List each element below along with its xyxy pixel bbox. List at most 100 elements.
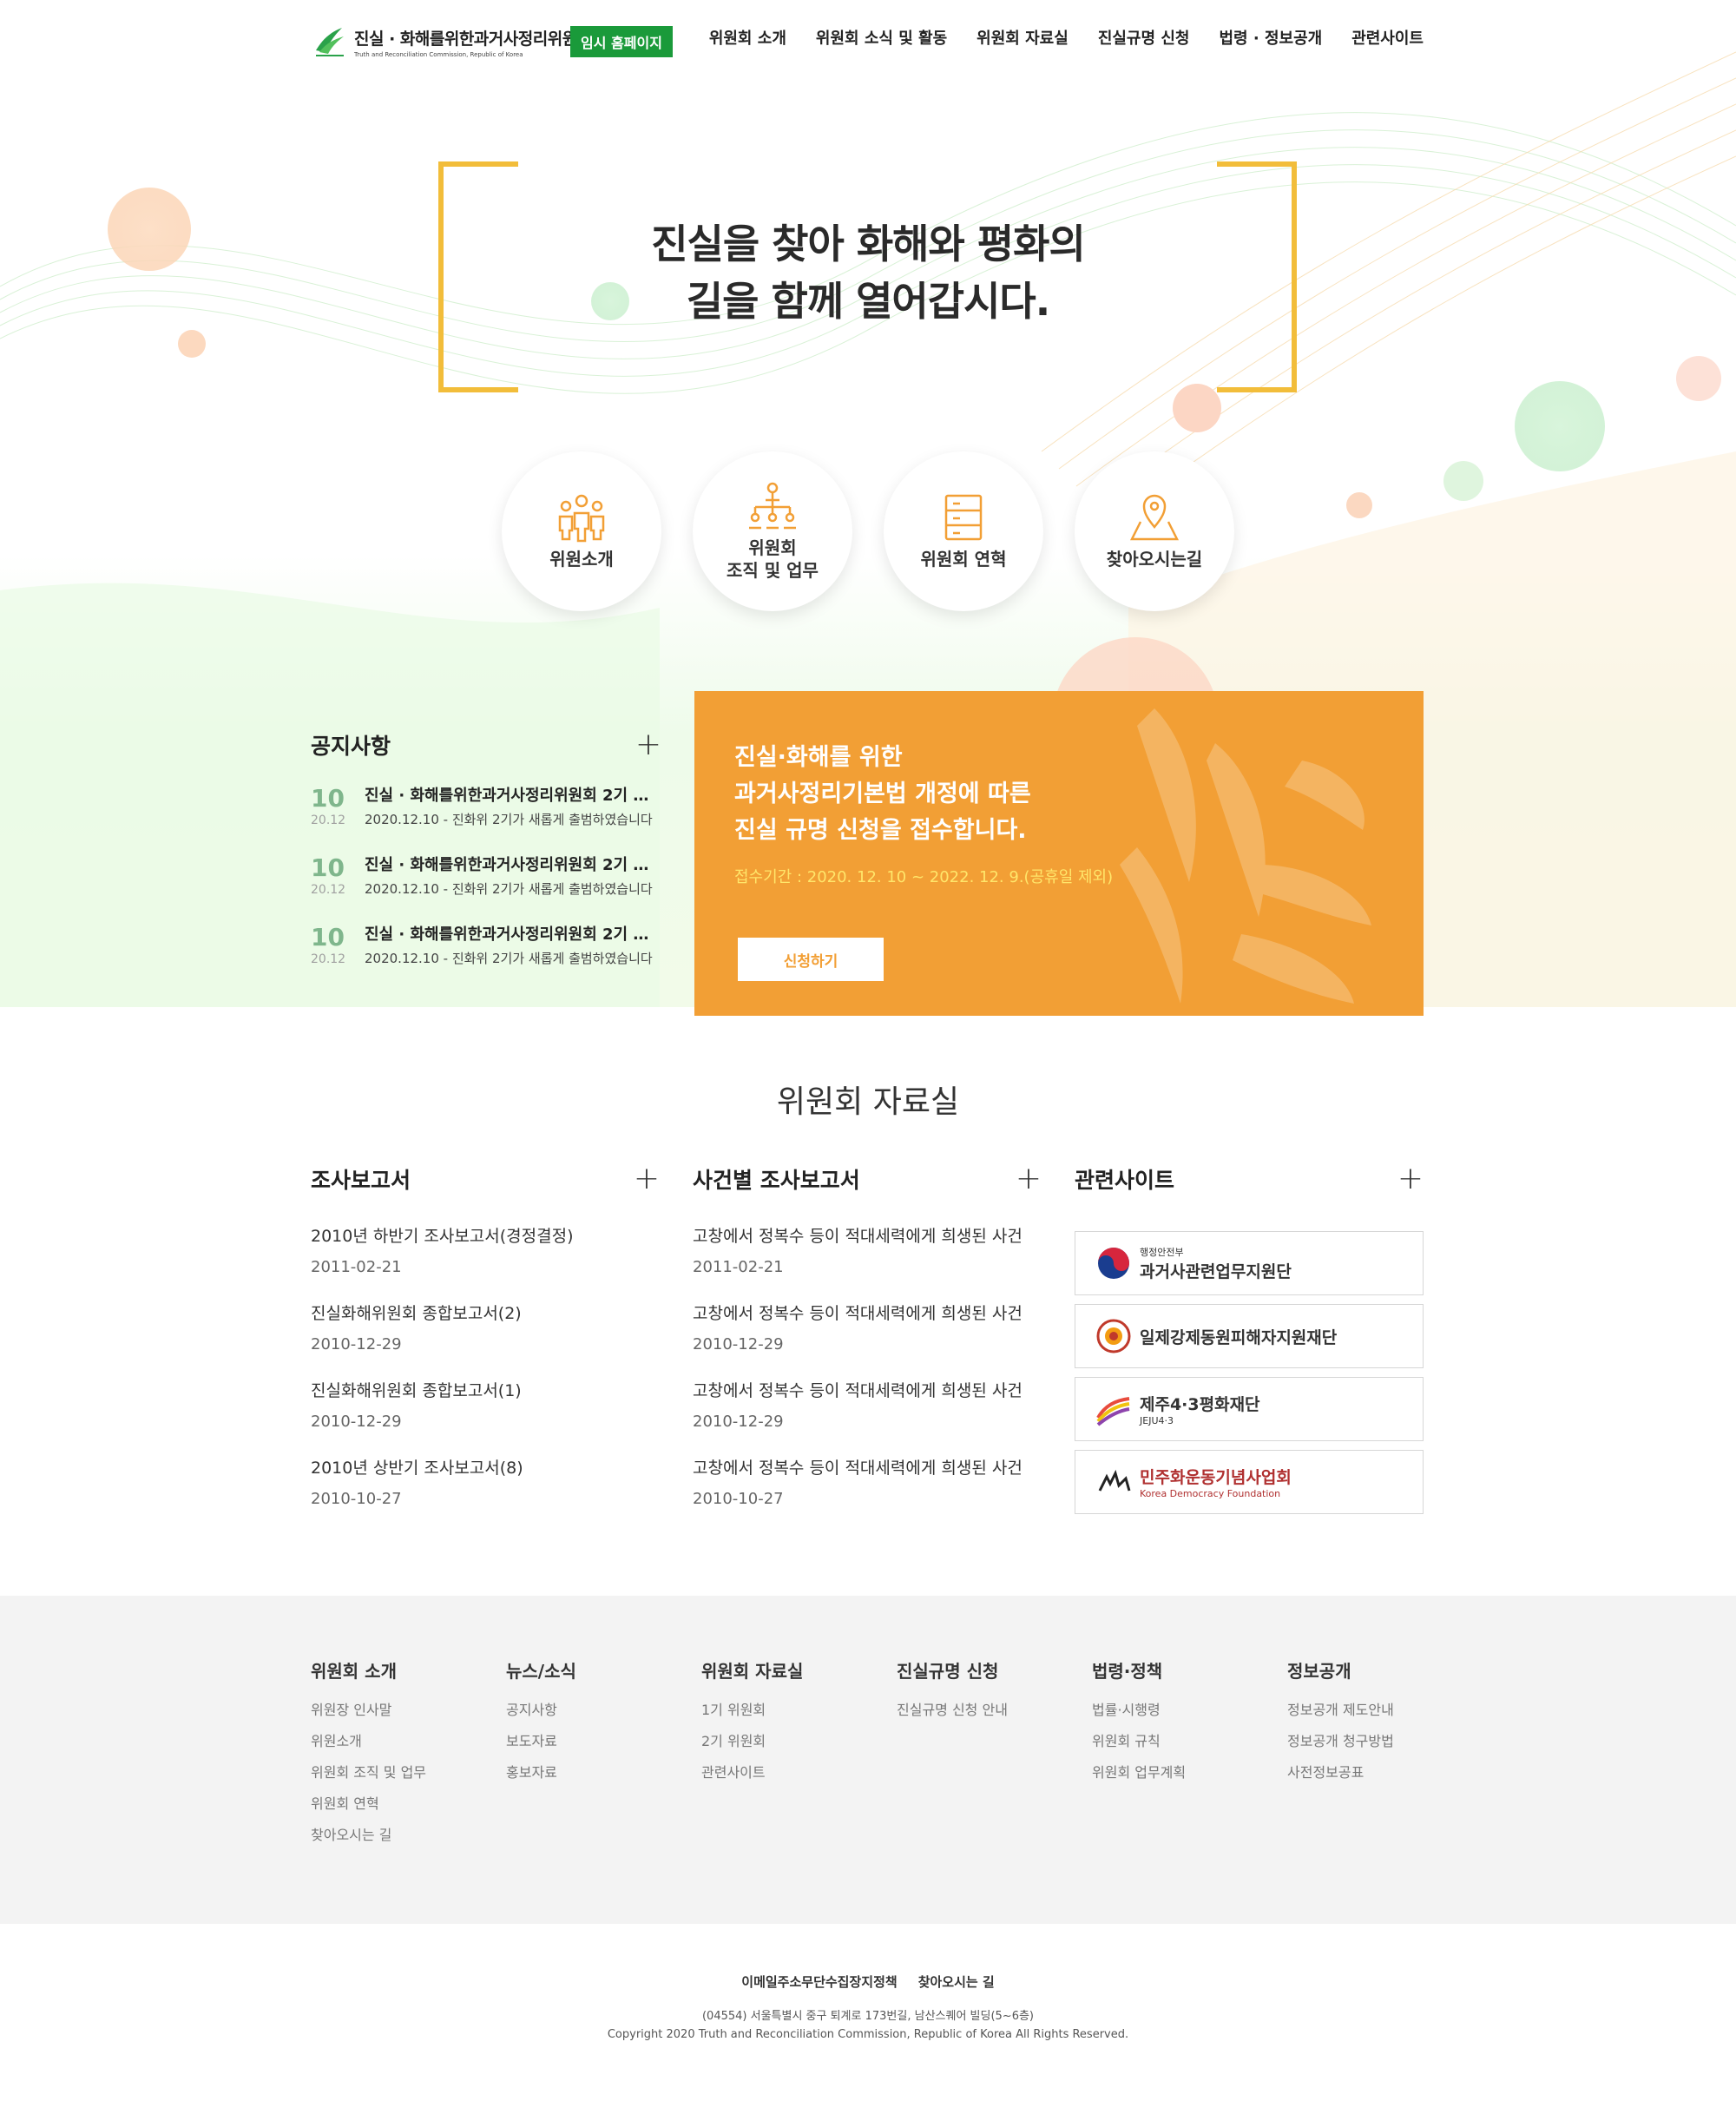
- notice-item[interactable]: 10 20.12 진실 · 화해를위한과거사정리위원회 2기 출범 안내 202…: [311, 924, 661, 993]
- footer-link[interactable]: 위원회 규칙: [1092, 1726, 1287, 1757]
- list-item[interactable]: 2010년 하반기 조사보고서(경정결정) 2011-02-21: [311, 1221, 660, 1298]
- footer-col-title[interactable]: 정보공개: [1287, 1658, 1483, 1695]
- taegeuk-logo-icon: [1098, 1248, 1129, 1279]
- notice-section: 공지사항 + 10 20.12 진실 · 화해를위한과거사정리위원회 2기 출범…: [311, 726, 661, 993]
- footer-link[interactable]: 보도자료: [506, 1726, 701, 1757]
- case-report-date: 2010-12-29: [693, 1413, 784, 1431]
- case-report-date: 2011-02-21: [693, 1258, 784, 1276]
- apply-banner: 진실·화해를 위한 과거사정리기본법 개정에 따른 진실 규명 신청을 접수합니…: [694, 691, 1424, 1016]
- notice-body: 진실 · 화해를위한과거사정리위원회 2기 출범 안내 2020.12.10 -…: [365, 854, 661, 924]
- notice-title: 공지사항: [311, 734, 391, 759]
- footer-link[interactable]: 공지사항: [506, 1695, 701, 1726]
- list-item[interactable]: 진실화해위원회 종합보고서(1) 2010-12-29: [311, 1375, 660, 1452]
- main-navigation: 위원회 소개 위원회 소식 및 활동 위원회 자료실 진실규명 신청 법령 · …: [709, 26, 1424, 49]
- footer-address: (04554) 서울특별시 중구 퇴계로 173번길, 남산스퀘어 빌딩(5~6…: [701, 2010, 1035, 2023]
- footer-col-title[interactable]: 뉴스/소식: [506, 1658, 701, 1695]
- banner-title: 진실·화해를 위한 과거사정리기본법 개정에 따른 진실 규명 신청을 접수합니…: [734, 740, 1031, 849]
- related-site-link[interactable]: 일제강제동원피해자지원재단: [1075, 1304, 1424, 1368]
- related-site-name: 제주4·3평화재단: [1140, 1395, 1260, 1414]
- footer-link[interactable]: 2기 위원회: [701, 1726, 897, 1757]
- nav-law[interactable]: 법령 · 정보공개: [1219, 26, 1322, 49]
- quick-link-label: 찾아오시는길: [1106, 549, 1203, 570]
- quick-link-label: 위원회 연혁: [920, 549, 1007, 570]
- directions-link[interactable]: 찾아오시는 길: [918, 1973, 995, 1991]
- related-site-link[interactable]: 민주화운동기념사업회 Korea Democracy Foundation: [1075, 1450, 1424, 1514]
- related-sites-more-plus-icon[interactable]: +: [1397, 1163, 1424, 1195]
- footer-link[interactable]: 진실규명 신청 안내: [897, 1695, 1092, 1726]
- nav-about[interactable]: 위원회 소개: [709, 26, 786, 49]
- footer-link[interactable]: 위원회 연혁: [311, 1788, 506, 1820]
- hero-slogan-line1: 진실을 찾아 화해와 평화의: [651, 221, 1086, 267]
- reports-title: 조사보고서: [311, 1168, 411, 1193]
- footer-col-title[interactable]: 법령·정책: [1092, 1658, 1287, 1695]
- org-chart-icon: [749, 482, 796, 530]
- footer-link[interactable]: 정보공개 제도안내: [1287, 1695, 1483, 1726]
- report-date: 2010-12-29: [311, 1413, 402, 1431]
- apply-button[interactable]: 신청하기: [738, 938, 884, 981]
- report-title: 2010년 하반기 조사보고서(경정결정): [311, 1227, 574, 1246]
- footer-sitemap-columns: 위원회 소개 위원장 인사말 위원소개 위원회 조직 및 업무 위원회 연혁 찾…: [311, 1658, 1483, 1851]
- footer-link[interactable]: 홍보자료: [506, 1757, 701, 1788]
- reports-more-plus-icon[interactable]: +: [634, 1163, 660, 1195]
- related-site-sub: JEJU4·3: [1140, 1415, 1174, 1426]
- list-item[interactable]: 고창에서 정복수 등이 적대세력에게 희생된 사건 2010-12-29: [693, 1375, 1042, 1452]
- footer-link[interactable]: 정보공개 청구방법: [1287, 1726, 1483, 1757]
- notice-list: 10 20.12 진실 · 화해를위한과거사정리위원회 2기 출범 안내 202…: [311, 785, 661, 993]
- list-item[interactable]: 진실화해위원회 종합보고서(2) 2010-12-29: [311, 1298, 660, 1375]
- footer-copyright: Copyright 2020 Truth and Reconciliation …: [607, 2028, 1129, 2041]
- related-sites-column: 관련사이트 + 행정안전부 과거사관련업무지원단 일제강제동원피해자지원재단 제…: [1075, 1160, 1424, 1523]
- quick-link-label: 위원소개: [549, 549, 614, 570]
- notice-item-desc: 2020.12.10 - 진화위 2기가 새롭게 출범하였습니다: [365, 812, 653, 827]
- notice-item[interactable]: 10 20.12 진실 · 화해를위한과거사정리위원회 2기 출범 안내 202…: [311, 854, 661, 924]
- notice-more-plus-icon[interactable]: +: [635, 729, 661, 761]
- quick-link-history[interactable]: 위원회 연혁: [884, 451, 1043, 611]
- nav-related-sites[interactable]: 관련사이트: [1351, 26, 1424, 49]
- footer-col-title[interactable]: 위원회 자료실: [701, 1658, 897, 1695]
- footer-link[interactable]: 찾아오시는 길: [311, 1820, 506, 1851]
- case-report-date: 2010-10-27: [693, 1490, 784, 1508]
- footer-link[interactable]: 1기 위원회: [701, 1695, 897, 1726]
- quick-link-members[interactable]: 위원소개: [502, 451, 661, 611]
- related-site-link[interactable]: 제주4·3평화재단 JEJU4·3: [1075, 1377, 1424, 1441]
- hero-bracket-left: [438, 161, 518, 392]
- footer-link[interactable]: 사전정보공표: [1287, 1757, 1483, 1788]
- footer-link[interactable]: 관련사이트: [701, 1757, 897, 1788]
- footer-link[interactable]: 위원소개: [311, 1726, 506, 1757]
- related-site-name: 과거사관련업무지원단: [1140, 1261, 1292, 1281]
- list-item[interactable]: 2010년 상반기 조사보고서(8) 2010-10-27: [311, 1452, 660, 1530]
- cabinet-icon: [944, 494, 983, 541]
- footer-col-title[interactable]: 위원회 소개: [311, 1658, 506, 1695]
- footer-link[interactable]: 위원회 업무계획: [1092, 1757, 1287, 1788]
- email-policy-link[interactable]: 이메일주소무단수집장지정책: [741, 1973, 897, 1991]
- footer-bottom: 이메일주소무단수집장지정책 찾아오시는 길 (04554) 서울특별시 중구 퇴…: [0, 1924, 1736, 2101]
- nav-news[interactable]: 위원회 소식 및 활동: [816, 26, 947, 49]
- nav-apply[interactable]: 진실규명 신청: [1098, 26, 1190, 49]
- notice-header: 공지사항 +: [311, 726, 661, 764]
- temp-homepage-badge[interactable]: 임시 홈페이지: [570, 26, 673, 57]
- notice-day: 10: [311, 853, 345, 882]
- site-header: 진실 · 화해를위한과거사정리위원회 Truth and Reconciliat…: [0, 0, 1736, 83]
- related-site-link[interactable]: 행정안전부 과거사관련업무지원단: [1075, 1231, 1424, 1295]
- nav-archive[interactable]: 위원회 자료실: [976, 26, 1069, 49]
- related-site-text: 행정안전부 과거사관련업무지원단: [1140, 1245, 1292, 1282]
- quick-link-organization[interactable]: 위원회 조직 및 업무: [693, 451, 852, 611]
- related-site-sub: 행정안전부: [1140, 1246, 1184, 1258]
- footer-col-law: 법령·정책 법률·시행령 위원회 규칙 위원회 업무계획: [1092, 1658, 1287, 1851]
- footer-link[interactable]: 위원회 조직 및 업무: [311, 1757, 506, 1788]
- site-logo[interactable]: 진실 · 화해를위한과거사정리위원회 Truth and Reconciliat…: [312, 23, 592, 61]
- notice-item[interactable]: 10 20.12 진실 · 화해를위한과거사정리위원회 2기 출범 안내 202…: [311, 785, 661, 854]
- banner-title-line2: 과거사정리기본법 개정에 따른: [734, 780, 1031, 807]
- footer-link[interactable]: 위원장 인사말: [311, 1695, 506, 1726]
- list-item[interactable]: 고창에서 정복수 등이 적대세력에게 희생된 사건 2011-02-21: [693, 1221, 1042, 1298]
- reports-header: 조사보고서 +: [311, 1160, 660, 1198]
- footer-link[interactable]: 법률·시행령: [1092, 1695, 1287, 1726]
- footer-policy-links: 이메일주소무단수집장지정책 찾아오시는 길: [0, 1973, 1736, 1991]
- notice-item-title: 진실 · 화해를위한과거사정리위원회 2기 출범 안내: [365, 787, 661, 805]
- footer-col-title[interactable]: 진실규명 신청: [897, 1658, 1092, 1695]
- case-report-date: 2010-12-29: [693, 1335, 784, 1353]
- quick-link-directions[interactable]: 찾아오시는길: [1075, 451, 1234, 611]
- list-item[interactable]: 고창에서 정복수 등이 적대세력에게 희생된 사건 2010-10-27: [693, 1452, 1042, 1530]
- list-item[interactable]: 고창에서 정복수 등이 적대세력에게 희생된 사건 2010-12-29: [693, 1298, 1042, 1375]
- case-reports-title: 사건별 조사보고서: [693, 1168, 860, 1193]
- case-reports-more-plus-icon[interactable]: +: [1016, 1163, 1042, 1195]
